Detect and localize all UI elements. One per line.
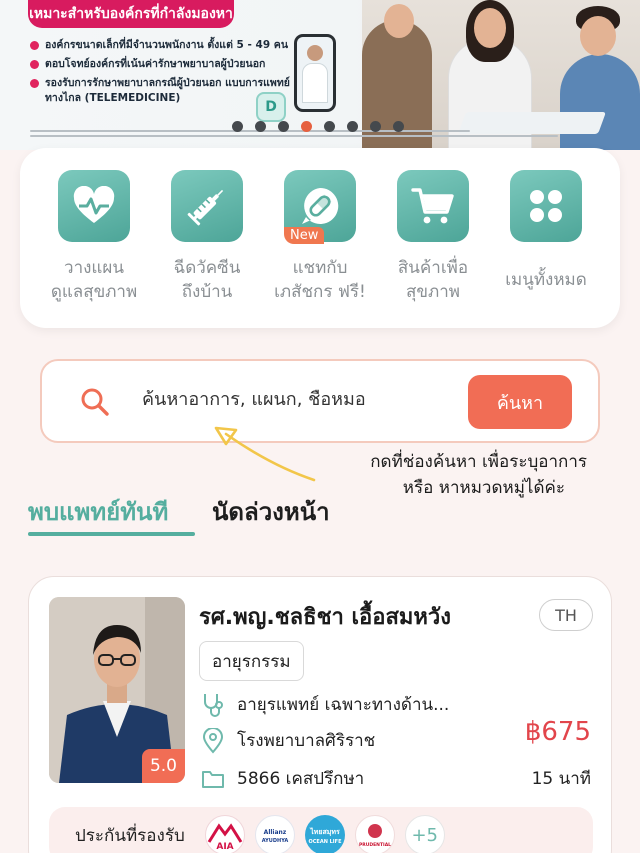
carousel-dot[interactable] [370,121,381,132]
svg-text:OCEAN LIFE: OCEAN LIFE [308,839,342,845]
carousel-dot[interactable] [393,121,404,132]
banner-bullets: องค์กรขนาดเล็กที่มีจำนวนพนักงาน ตั้งแต่ … [30,38,290,110]
more-insurance-button[interactable]: +5 [404,815,445,853]
hint-arrow-icon [214,426,316,482]
svg-text:Allianz: Allianz [263,829,286,836]
menu-label: สินค้าเพื่อ สุขภาพ [397,258,469,302]
menu-label: เมนูทั้งหมด [505,270,587,290]
doctor-description-row: อายุรแพทย์ เฉพาะทางด้าน... [201,691,449,718]
carousel-dot[interactable] [324,121,335,132]
phone-illustration [294,34,336,112]
allianz-logo-icon: Allianz AYUDHYA [254,815,295,853]
banner-bullet: องค์กรขนาดเล็กที่มีจำนวนพนักงาน ตั้งแต่ … [30,38,290,53]
grid-icon [510,170,582,242]
search-hint: กดที่ช่องค้นหา เพื่อระบุอาการ หรือ หาหมว… [370,452,587,498]
ocean-life-logo-icon: ไทยสมุทร OCEAN LIFE [304,815,345,853]
banner-ribbon: เหมาะสำหรับองค์กรที่กำลังมองหา [28,0,234,28]
doctor-card[interactable]: 5.0 รศ.พญ.ชลธิชา เอื้อสมหวัง TH อายุรกรร… [28,576,612,853]
menu-pharmacist-chat[interactable]: New แชทกับ เภสัชกร ฟรี! [264,170,376,304]
carousel-dot[interactable] [301,121,312,132]
active-tab-indicator [28,532,195,536]
menu-health-plan[interactable]: วางแผน ดูแลสุขภาพ [38,170,150,304]
search-input[interactable] [142,389,442,410]
search-bar[interactable]: ค้นหา [40,359,600,443]
cart-icon [397,170,469,242]
menu-label: วางแผน ดูแลสุขภาพ [50,258,138,302]
heart-pulse-icon [58,170,130,242]
banner-bullet: รองรับการรักษาพยาบาลกรณีผู้ป่วยนอก แบบกา… [30,76,290,106]
svg-text:AIA: AIA [216,842,233,850]
carousel-dot[interactable] [255,121,266,132]
aia-logo-icon: AIA [204,815,245,853]
menu-label: แชทกับ เภสัชกร ฟรี! [274,258,366,302]
svg-text:PRUDENTIAL: PRUDENTIAL [359,842,391,848]
new-badge: New [284,227,325,244]
stethoscope-icon [204,693,223,717]
doctor-name: รศ.พญ.ชลธิชา เอื้อสมหวัง [199,605,452,630]
menu-all[interactable]: เมนูทั้งหมด [490,170,602,292]
cases-row: 5866 เคสปรึกษา [201,765,364,792]
tab-instant-doctor[interactable]: พบแพทย์ทันที [28,492,168,531]
promo-banner[interactable]: เหมาะสำหรับองค์กรที่กำลังมองหา องค์กรขนา… [0,0,640,150]
carousel-dot[interactable] [278,121,289,132]
folder-icon [202,770,224,788]
location-pin-icon [202,727,224,754]
rating-badge: 5.0 [141,749,185,783]
app-logo-icon: D [256,92,286,122]
bullet-dot-icon [30,79,39,88]
menu-vaccine-home[interactable]: ฉีดวัคซีน ถึงบ้าน [151,170,263,304]
menu-label: ฉีดวัคซีน ถึงบ้าน [173,258,241,302]
consultation-price: ฿675 [524,717,591,747]
insurance-label: ประกันที่รองรับ [75,825,185,846]
search-button[interactable]: ค้นหา [468,375,572,429]
language-badge: TH [539,599,593,631]
banner-bullet: ตอบโจทย์องค์กรที่เน้นค่ารักษาพยาบาลผู้ป่… [30,57,290,72]
bullet-dot-icon [30,60,39,69]
syringe-icon [171,170,243,242]
consultation-duration: 15 นาที [531,769,591,789]
menu-health-products[interactable]: สินค้าเพื่อ สุขภาพ [377,170,489,304]
search-icon [80,387,110,421]
svg-text:AYUDHYA: AYUDHYA [262,838,289,844]
prudential-logo-icon: PRUDENTIAL [354,815,395,853]
carousel-dot[interactable] [232,121,243,132]
pill-chat-icon: New [284,170,356,244]
tab-appointment[interactable]: นัดล่วงหน้า [212,492,330,531]
hospital-row: โรงพยาบาลศิริราช [201,727,375,754]
carousel-dots[interactable] [232,121,404,132]
supported-insurance[interactable]: ประกันที่รองรับ AIA Allianz AYUDHYA ไทยสม… [49,807,593,853]
doctor-photo: 5.0 [49,597,185,783]
quick-menu-card: วางแผน ดูแลสุขภาพ ฉีดวัคซีน ถึงบ้าน New แช… [20,148,620,328]
specialty-tag: อายุรกรรม [199,641,304,681]
svg-text:ไทยสมุทร: ไทยสมุทร [309,827,340,836]
bullet-dot-icon [30,41,39,50]
carousel-dot[interactable] [347,121,358,132]
